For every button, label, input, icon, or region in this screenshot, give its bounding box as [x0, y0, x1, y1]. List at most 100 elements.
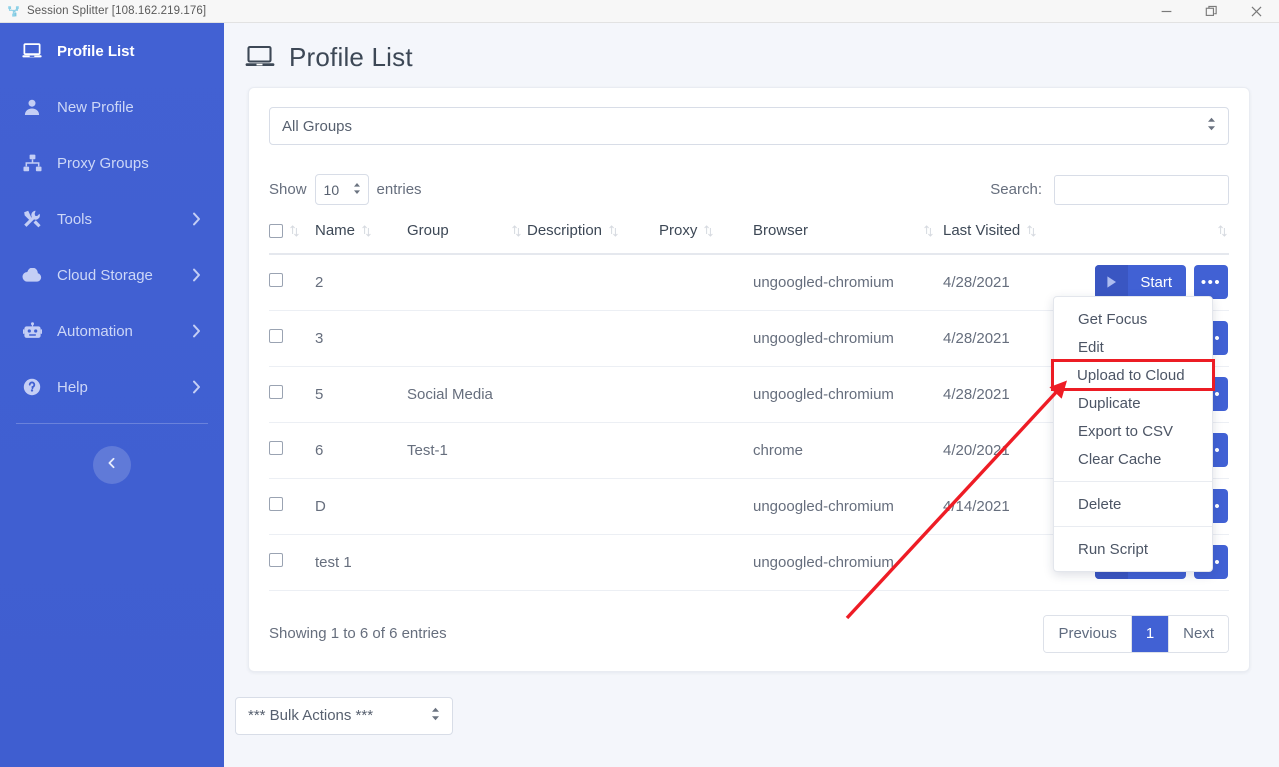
row-actions-context-menu: Get Focus Edit Upload to Cloud Duplicate Exp…: [1051, 296, 1215, 572]
window-titlebar: Session Splitter [108.162.219.176]: [0, 0, 1279, 23]
column-proxy[interactable]: Proxy: [659, 222, 753, 254]
row-select-cell[interactable]: [269, 422, 315, 479]
row-select-cell[interactable]: [269, 366, 315, 423]
row-checkbox[interactable]: [269, 553, 283, 567]
chevron-right-icon: [191, 212, 202, 226]
column-actions[interactable]: [1061, 222, 1229, 254]
cell-name: 2: [315, 254, 407, 311]
cell-browser: ungoogled-chromium: [753, 534, 943, 591]
chevron-right-icon: [191, 268, 202, 282]
cell-group: [407, 534, 527, 591]
column-browser-label: Browser: [753, 222, 809, 239]
row-select-cell[interactable]: [269, 254, 315, 311]
group-filter-select[interactable]: All Groups: [269, 107, 1229, 145]
cell-last-visited: 4/28/2021: [943, 254, 1061, 311]
row-select-cell[interactable]: [269, 478, 315, 535]
cloud-icon: [20, 264, 44, 286]
cell-group: [407, 254, 527, 311]
context-menu-separator: [1054, 526, 1212, 527]
sort-icon: [512, 224, 521, 237]
sort-icon: [1218, 224, 1227, 237]
sidebar-item-label: Proxy Groups: [57, 154, 149, 172]
sort-icon: [1027, 224, 1037, 237]
start-button[interactable]: Start: [1095, 265, 1186, 300]
row-checkbox[interactable]: [269, 273, 283, 288]
cell-description: [527, 254, 659, 311]
sidebar-item-proxy-groups[interactable]: Proxy Groups: [0, 135, 224, 191]
row-checkbox[interactable]: [269, 497, 283, 511]
robot-icon: [20, 320, 44, 342]
search-control: Search:: [990, 174, 1229, 205]
column-select-all[interactable]: [269, 222, 315, 254]
select-arrows-icon: [353, 182, 361, 198]
sidebar-item-cloud-storage[interactable]: Cloud Storage: [0, 247, 224, 303]
bulk-actions-select[interactable]: *** Bulk Actions ***: [235, 696, 453, 735]
window-title: Session Splitter [108.162.219.176]: [27, 5, 207, 17]
close-icon[interactable]: [1234, 0, 1279, 23]
sidebar-item-label: Automation: [57, 322, 133, 340]
sidebar-item-tools[interactable]: Tools: [0, 191, 224, 247]
row-checkbox[interactable]: [269, 441, 283, 455]
row-more-actions-button[interactable]: •••: [1194, 265, 1228, 300]
select-arrows-icon: [1207, 117, 1216, 136]
context-menu-item-clear-cache[interactable]: Clear Cache: [1054, 445, 1212, 473]
context-menu-item-run-script[interactable]: Run Script: [1054, 535, 1212, 563]
row-select-cell[interactable]: [269, 534, 315, 591]
context-menu-item-delete[interactable]: Delete: [1054, 490, 1212, 518]
column-name[interactable]: Name: [315, 222, 407, 254]
sidebar-item-label: Profile List: [57, 42, 135, 60]
table-controls: Show 10 entries Search:: [269, 174, 1229, 205]
sitemap-icon: [20, 152, 44, 174]
context-menu-item-export-to-csv[interactable]: Export to CSV: [1054, 417, 1212, 445]
laptop-icon: [245, 44, 275, 70]
cell-group: Test-1: [407, 422, 527, 479]
pagination: Previous 1 Next: [1043, 614, 1229, 653]
select-all-checkbox[interactable]: [269, 223, 283, 238]
row-checkbox[interactable]: [269, 385, 283, 399]
context-menu-item-edit[interactable]: Edit: [1054, 333, 1212, 361]
column-proxy-label: Proxy: [659, 222, 698, 239]
sort-icon: [924, 224, 933, 237]
minimize-icon[interactable]: [1144, 0, 1189, 23]
cell-group: [407, 310, 527, 367]
table-head: Name Group Description Proxy Browser Las…: [269, 222, 1229, 254]
column-last-visited-label: Last Visited: [943, 222, 1021, 239]
context-menu-item-duplicate[interactable]: Duplicate: [1054, 389, 1212, 417]
pagination-page-1[interactable]: 1: [1131, 615, 1170, 652]
context-menu-item-get-focus[interactable]: Get Focus: [1054, 305, 1212, 333]
cell-description: [527, 534, 659, 591]
sidebar-divider: [16, 423, 208, 424]
column-last-visited[interactable]: Last Visited: [943, 222, 1061, 254]
table-header-row: Name Group Description Proxy Browser Las…: [269, 222, 1229, 254]
cell-name: 6: [315, 422, 407, 479]
group-filter-value: All Groups: [282, 117, 353, 135]
sidebar-item-automation[interactable]: Automation: [0, 303, 224, 359]
column-description-label: Description: [527, 222, 603, 239]
select-arrows-icon: [431, 706, 440, 725]
sidebar-collapse-button[interactable]: [93, 446, 131, 484]
sidebar-item-help[interactable]: Help: [0, 359, 224, 415]
column-group[interactable]: Group: [407, 222, 527, 254]
sidebar-item-new-profile[interactable]: New Profile: [0, 79, 224, 135]
column-description[interactable]: Description: [527, 222, 659, 254]
column-name-label: Name: [315, 222, 356, 239]
pagination-next[interactable]: Next: [1169, 615, 1228, 652]
splitter-logo-icon: [4, 3, 22, 19]
row-checkbox[interactable]: [269, 329, 283, 343]
search-input[interactable]: [1054, 174, 1229, 205]
row-select-cell[interactable]: [269, 310, 315, 367]
cell-browser: ungoogled-chromium: [753, 310, 943, 367]
app-window: Session Splitter [108.162.219.176] Profi…: [0, 0, 1279, 767]
pagination-previous[interactable]: Previous: [1044, 615, 1132, 652]
cell-last-visited: 4/20/2021: [943, 422, 1061, 479]
cell-last-visited: 4/28/2021: [943, 366, 1061, 423]
context-menu-item-upload-to-cloud[interactable]: Upload to Cloud: [1051, 359, 1215, 391]
column-browser[interactable]: Browser: [753, 222, 943, 254]
sidebar-item-profile-list[interactable]: Profile List: [0, 23, 224, 79]
context-menu-separator: [1054, 481, 1212, 482]
cell-proxy: [659, 366, 753, 423]
entries-per-page-select[interactable]: 10: [314, 174, 369, 205]
restore-icon[interactable]: [1189, 0, 1234, 23]
cell-browser: ungoogled-chromium: [753, 254, 943, 311]
cell-proxy: [659, 422, 753, 479]
